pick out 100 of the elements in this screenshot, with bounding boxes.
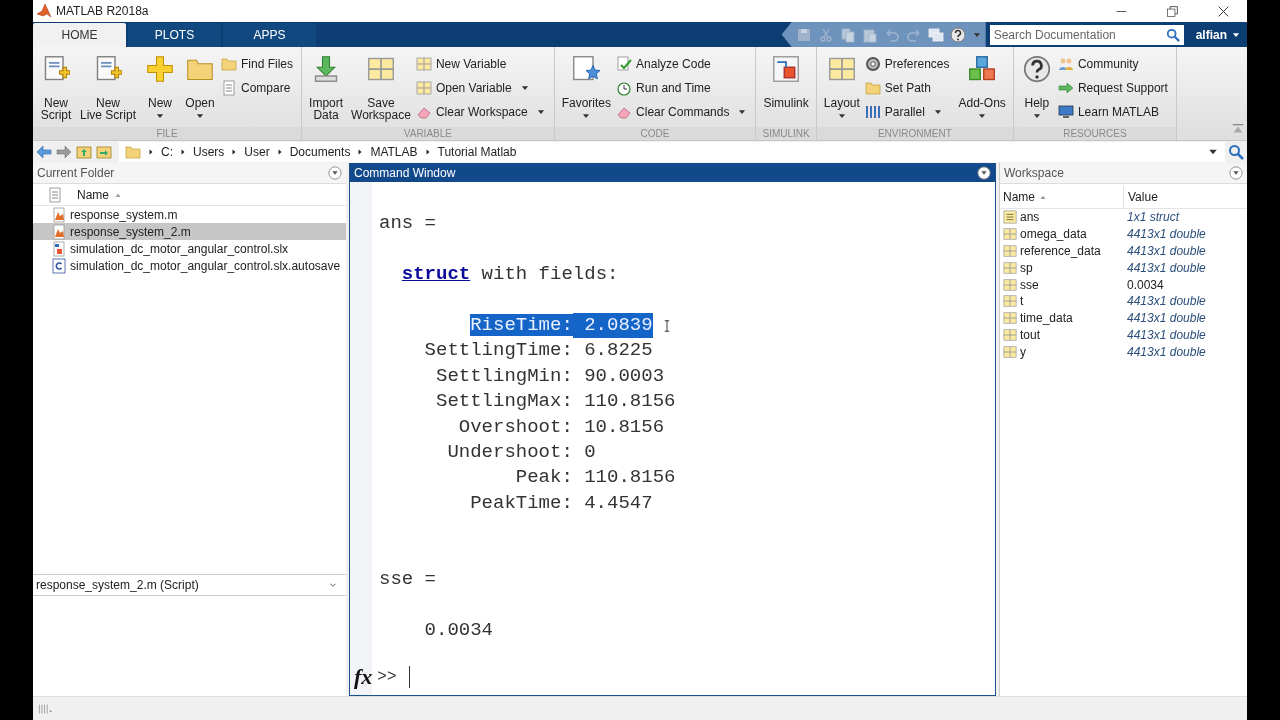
toolstrip-button[interactable]: Help [1017, 51, 1056, 123]
toolstrip-button[interactable]: Simulink [760, 51, 812, 111]
restore-icon[interactable] [1166, 4, 1179, 18]
toolstrip-button[interactable]: Compare [221, 78, 298, 98]
toolstrip-button[interactable]: Clear Workspace [415, 102, 550, 122]
path-segment[interactable]: Tutorial Matlab [437, 145, 517, 159]
ribbon-tab[interactable]: PLOTS [128, 23, 221, 47]
column-header[interactable]: Name [77, 187, 109, 202]
checkmark-icon [616, 56, 633, 72]
help-icon[interactable] [949, 26, 966, 43]
variable-name[interactable]: sse [1020, 277, 1039, 292]
document-icon [221, 80, 238, 96]
details-bar[interactable]: response_system_2.m (Script) [33, 574, 346, 596]
toolstrip-button[interactable]: Import Data [306, 51, 347, 123]
folder-icon [221, 56, 238, 72]
dropdown-icon[interactable] [977, 166, 991, 180]
field-value: 110.8156 [583, 389, 676, 415]
toolstrip-button[interactable]: Layout [820, 51, 863, 123]
variable-value: 4413x1 double [1127, 311, 1206, 326]
path-segment[interactable]: User [244, 145, 270, 159]
toolstrip-button[interactable]: Learn MATLAB [1057, 102, 1172, 122]
variable-name[interactable]: reference_data [1020, 244, 1101, 258]
toolstrip-button[interactable]: Open [181, 51, 220, 123]
browse-icon[interactable] [95, 144, 113, 160]
search-icon[interactable] [1165, 27, 1180, 42]
column-header[interactable]: Name [1003, 190, 1035, 204]
copy-icon[interactable] [839, 26, 856, 43]
path-separator-icon [179, 148, 187, 156]
toolstrip-button[interactable]: Community [1057, 54, 1172, 74]
block-diagram-icon [772, 55, 801, 83]
variable-name[interactable]: t [1020, 294, 1024, 309]
table-icon [1003, 311, 1017, 326]
plus-icon [146, 55, 175, 83]
path-separator-icon [423, 148, 432, 156]
file-row[interactable]: simulation_dc_motor_angular_control.slx [33, 240, 346, 257]
path-segment[interactable]: MATLAB [370, 145, 418, 159]
toolstrip-button[interactable]: Add-Ons [955, 51, 1009, 123]
variable-name[interactable]: omega_data [1020, 227, 1087, 242]
toolstrip-button[interactable]: Request Support [1057, 78, 1172, 98]
command-window[interactable] [349, 163, 996, 696]
column-header[interactable]: Value [1128, 190, 1158, 204]
toolstrip-button[interactable]: Set Path [864, 78, 954, 98]
toolstrip-button[interactable]: New Script [37, 51, 75, 123]
variable-name[interactable]: sp [1020, 260, 1033, 275]
output-value: 0.0034 [424, 617, 493, 643]
paste-icon[interactable] [861, 26, 878, 43]
dropdown-icon[interactable] [328, 166, 342, 180]
toolstrip-button[interactable]: Parallel [864, 102, 954, 122]
file-row[interactable]: simulation_dc_motor_angular_control.slx.autosave [33, 257, 346, 274]
variable-value: 4413x1 double [1127, 260, 1206, 275]
function-browser-button[interactable]: fx [352, 664, 375, 690]
file-row[interactable]: response_system.m [33, 206, 346, 223]
path-segment[interactable]: Users [193, 145, 225, 159]
toolstrip-button[interactable]: Open Variable [415, 78, 550, 98]
toolstrip-button[interactable]: Analyze Code [616, 54, 752, 74]
section-label: CODE [554, 127, 756, 140]
toolstrip-button[interactable]: Run and Time [616, 78, 752, 98]
toolstrip-button[interactable]: New Variable [415, 54, 550, 74]
field-value: 90.0003 [583, 363, 665, 389]
forward-icon[interactable] [55, 144, 73, 160]
back-icon[interactable] [35, 144, 53, 160]
toolstrip-button[interactable]: Favorites [558, 51, 615, 123]
variable-name[interactable]: tout [1020, 327, 1040, 342]
help-icon [1022, 55, 1051, 83]
field-value: 4.4547 [583, 490, 653, 516]
variable-name[interactable]: ans [1020, 210, 1040, 225]
path-segment[interactable]: C: [161, 145, 173, 159]
struct-link[interactable]: struct [401, 262, 471, 288]
search-field[interactable]: Search Documentation [989, 24, 1184, 45]
toolstrip-button[interactable]: Clear Commands [616, 102, 752, 122]
folder-up-icon[interactable] [75, 144, 93, 160]
variable-name[interactable]: y [1020, 344, 1026, 359]
user-menu[interactable]: alfian [1185, 27, 1247, 42]
star-icon [572, 55, 601, 83]
toolstrip-button[interactable]: New [141, 51, 180, 123]
settings-icon [864, 56, 881, 72]
close-icon[interactable] [1217, 4, 1230, 18]
ribbon-tab[interactable]: HOME [33, 23, 126, 47]
toolstrip-button[interactable]: New Live Script [77, 51, 140, 123]
address-field[interactable]: C: Users User Documents MATLAB Tutorial Matlab [119, 142, 1225, 162]
toolstrip-button[interactable]: Find Files [221, 54, 298, 74]
file-row[interactable]: response_system_2.m [33, 223, 346, 240]
new-document-icon [94, 55, 122, 83]
table-icon [1003, 277, 1017, 292]
field-value: 2.0839 [572, 312, 653, 339]
field-name: SettlingMax: [436, 390, 573, 413]
path-segment[interactable]: Documents [289, 145, 351, 159]
variable-name[interactable]: time_data [1020, 311, 1073, 326]
toolstrip-button[interactable]: Save Workspace [348, 51, 414, 123]
toolstrip-button[interactable]: Preferences [864, 54, 954, 74]
variable-value: 4413x1 double [1127, 244, 1206, 258]
save-icon[interactable] [795, 26, 812, 43]
output-text: ans = [379, 211, 436, 237]
collapse-icon[interactable] [1231, 122, 1245, 136]
field-name: Undershoot: [447, 440, 573, 463]
dropdown-icon[interactable] [1229, 166, 1243, 180]
windows-icon[interactable] [927, 26, 944, 43]
search-icon[interactable] [1227, 144, 1245, 160]
ribbon-tab[interactable]: APPS [223, 23, 316, 47]
table-icon [1003, 227, 1017, 242]
